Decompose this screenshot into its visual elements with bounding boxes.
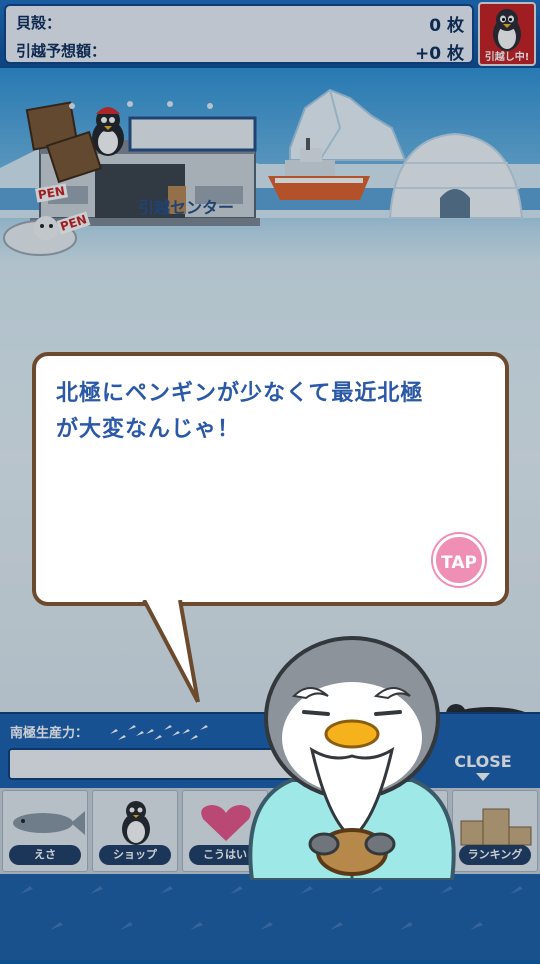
elder-penguin-character: [248, 636, 456, 880]
dialog-line-1: 北極にペンギンが少なくて最近北極: [56, 381, 424, 406]
dialog-text: 北極にペンギンが少なくて最近北極 が大変なんじゃ！: [56, 376, 496, 448]
tap-button[interactable]: TAP: [433, 534, 485, 586]
dialog-line-2: が大変なんじゃ！: [56, 417, 241, 442]
speech-bubble[interactable]: 北極にペンギンが少なくて最近北極 が大変なんじゃ！ TAP: [32, 352, 509, 606]
speech-bubble-tail: [142, 600, 200, 704]
